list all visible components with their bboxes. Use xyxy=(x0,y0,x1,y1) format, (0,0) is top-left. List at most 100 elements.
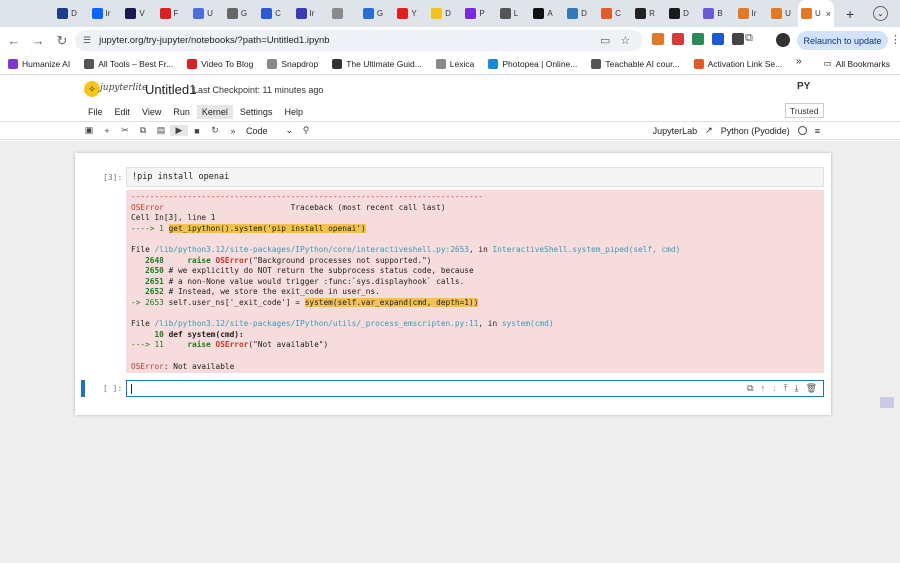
cell-type-select[interactable]: Code ⌄ xyxy=(246,125,293,136)
cell2-input[interactable]: ⧉ ↑ ↓ ⤒ ⤓ 🗑 xyxy=(126,380,824,397)
browser-tab-18[interactable]: D xyxy=(662,0,696,27)
external-link-icon[interactable]: ↗ xyxy=(705,125,713,136)
browser-tab-21[interactable]: U xyxy=(764,0,798,27)
copy-icon[interactable]: ⧉ xyxy=(134,125,152,136)
cut-icon[interactable]: ✂ xyxy=(116,125,134,136)
bookmark-item[interactable]: Activation Link Se... xyxy=(693,59,782,69)
bookmarks-overflow-icon[interactable]: » xyxy=(796,56,802,67)
restart-run-all-icon[interactable]: » xyxy=(224,126,242,136)
extension-icon-1[interactable] xyxy=(672,33,684,45)
d-favicon xyxy=(57,8,69,19)
file2-path[interactable]: /lib/python3.12/site-packages/IPython/ut… xyxy=(154,319,478,328)
browser-tab-0[interactable]: D xyxy=(50,0,84,27)
bookmark-item[interactable]: Teachable AI cour... xyxy=(591,59,680,69)
browser-tab-3[interactable]: F xyxy=(152,0,186,27)
browser-tab-15[interactable]: D xyxy=(560,0,594,27)
browser-tab-16[interactable]: C xyxy=(594,0,628,27)
close-tab-icon[interactable]: × xyxy=(826,9,831,19)
browser-tab-7[interactable]: Ir xyxy=(288,0,322,27)
browser-tab-13[interactable]: L xyxy=(492,0,526,27)
insert-above-icon[interactable]: ⤒ xyxy=(784,383,788,394)
browser-tab-14[interactable]: A xyxy=(526,0,560,27)
move-down-icon[interactable]: ↓ xyxy=(772,383,777,394)
jupyterlab-link[interactable]: JupyterLab xyxy=(653,126,698,136)
line-2652-text: # Instead, we store the exit_code in use… xyxy=(168,287,380,297)
extension-icon-3[interactable] xyxy=(712,33,724,45)
browser-tab-2[interactable]: V xyxy=(118,0,152,27)
d2-favicon xyxy=(669,8,681,19)
trusted-indicator[interactable]: Trusted xyxy=(785,103,824,118)
move-up-icon[interactable]: ↑ xyxy=(761,383,766,394)
kernel-name[interactable]: Python (Pyodide) xyxy=(721,126,790,136)
insert-below-icon[interactable]: ⤓ xyxy=(795,383,799,394)
bookmark-item[interactable]: Photopea | Online... xyxy=(488,59,577,69)
bookmark-label: All Tools – Best Fr... xyxy=(98,59,174,69)
extension-icon-4[interactable] xyxy=(732,33,744,45)
side-panel-icon[interactable] xyxy=(880,397,894,408)
browser-menu-icon[interactable]: ⋮ xyxy=(890,33,900,46)
bookmark-star-icon[interactable]: ☆ xyxy=(620,34,630,47)
browser-tab-12[interactable]: P xyxy=(458,0,492,27)
browser-tab-17[interactable]: R xyxy=(628,0,662,27)
run-icon[interactable]: ▶ xyxy=(170,125,188,136)
url-field[interactable]: ☰ jupyter.org/try-jupyter/notebooks/?pat… xyxy=(75,30,643,51)
extension-icon-0[interactable] xyxy=(652,33,664,45)
extensions-puzzle-icon[interactable]: ⧉ xyxy=(745,32,753,45)
menu-help[interactable]: Help xyxy=(279,105,308,119)
menu-view[interactable]: View xyxy=(137,105,166,119)
bookmark-item[interactable]: The Ultimate Guid... xyxy=(332,59,422,69)
bookmark-item[interactable]: Humanize AI xyxy=(8,59,70,69)
menu-edit[interactable]: Edit xyxy=(110,105,136,119)
extension-icon-2[interactable] xyxy=(692,33,704,45)
browser-tab-19[interactable]: B xyxy=(696,0,730,27)
line-2653-highlight: system(self.var_expand(cmd, depth=1)) xyxy=(304,297,479,307)
browser-tab-20[interactable]: Ir xyxy=(730,0,764,27)
tab-letter: R xyxy=(649,9,655,18)
browser-tab-5[interactable]: G xyxy=(220,0,254,27)
cell1-input[interactable]: !pip install openai xyxy=(126,167,824,187)
jupyterlite-logo-icon[interactable]: ✧ xyxy=(84,81,100,97)
browser-tab-6[interactable]: C xyxy=(254,0,288,27)
settings-menu-icon[interactable]: ≡ xyxy=(815,126,820,136)
reload-icon[interactable]: ↻ xyxy=(50,33,74,49)
browser-tab-4[interactable]: U xyxy=(186,0,220,27)
browser-tab-9[interactable]: G xyxy=(356,0,390,27)
bookmark-item[interactable]: Lexica xyxy=(435,59,474,69)
insert-cell-icon[interactable]: + xyxy=(98,126,116,136)
active-tab[interactable]: U × xyxy=(798,0,834,27)
stop-icon[interactable]: ■ xyxy=(188,126,206,136)
tab-letter: G xyxy=(376,9,384,18)
delete-cell-icon[interactable]: 🗑 xyxy=(806,383,817,394)
relaunch-button[interactable]: Relaunch to update xyxy=(797,31,888,50)
active-cell-indicator xyxy=(81,380,85,397)
menu-kernel[interactable]: Kernel xyxy=(196,105,233,119)
bookmark-item[interactable]: Video To Blog xyxy=(187,59,253,69)
file1-path[interactable]: /lib/python3.12/site-packages/IPython/co… xyxy=(154,245,469,254)
menu-settings[interactable]: Settings xyxy=(235,105,278,119)
menu-run[interactable]: Run xyxy=(168,105,195,119)
notebook-title[interactable]: Untitled1 xyxy=(145,82,196,97)
debugger-icon[interactable]: ⚲ xyxy=(297,125,315,136)
url-text: jupyter.org/try-jupyter/notebooks/?path=… xyxy=(99,35,330,46)
restart-icon[interactable]: ↻ xyxy=(206,125,224,136)
new-tab-button[interactable]: + xyxy=(846,6,854,22)
tab-letter: P xyxy=(479,9,485,18)
paste-icon[interactable]: ▤ xyxy=(152,125,170,136)
save-icon[interactable]: ▣ xyxy=(80,125,98,136)
cast-icon[interactable]: ▭ xyxy=(600,34,610,47)
forward-icon[interactable]: → xyxy=(26,33,50,48)
browser-tab-10[interactable]: Y xyxy=(390,0,424,27)
menu-file[interactable]: File xyxy=(83,105,108,119)
duplicate-cell-icon[interactable]: ⧉ xyxy=(747,383,753,394)
browser-tab-11[interactable]: D xyxy=(424,0,458,27)
profile-avatar[interactable] xyxy=(776,33,790,47)
bookmark-item[interactable]: Snapdrop xyxy=(267,59,318,69)
browser-tab-8[interactable] xyxy=(322,0,356,27)
doc-favicon xyxy=(193,8,205,19)
browser-tab-1[interactable]: Ir xyxy=(84,0,118,27)
bookmark-item[interactable]: All Tools – Best Fr... xyxy=(84,59,173,69)
tab-search-icon[interactable]: ⌄ xyxy=(873,6,888,21)
site-info-icon[interactable]: ☰ xyxy=(83,35,91,46)
back-icon[interactable]: ← xyxy=(2,33,26,48)
all-bookmarks[interactable]: ▭ All Bookmarks xyxy=(824,58,890,69)
